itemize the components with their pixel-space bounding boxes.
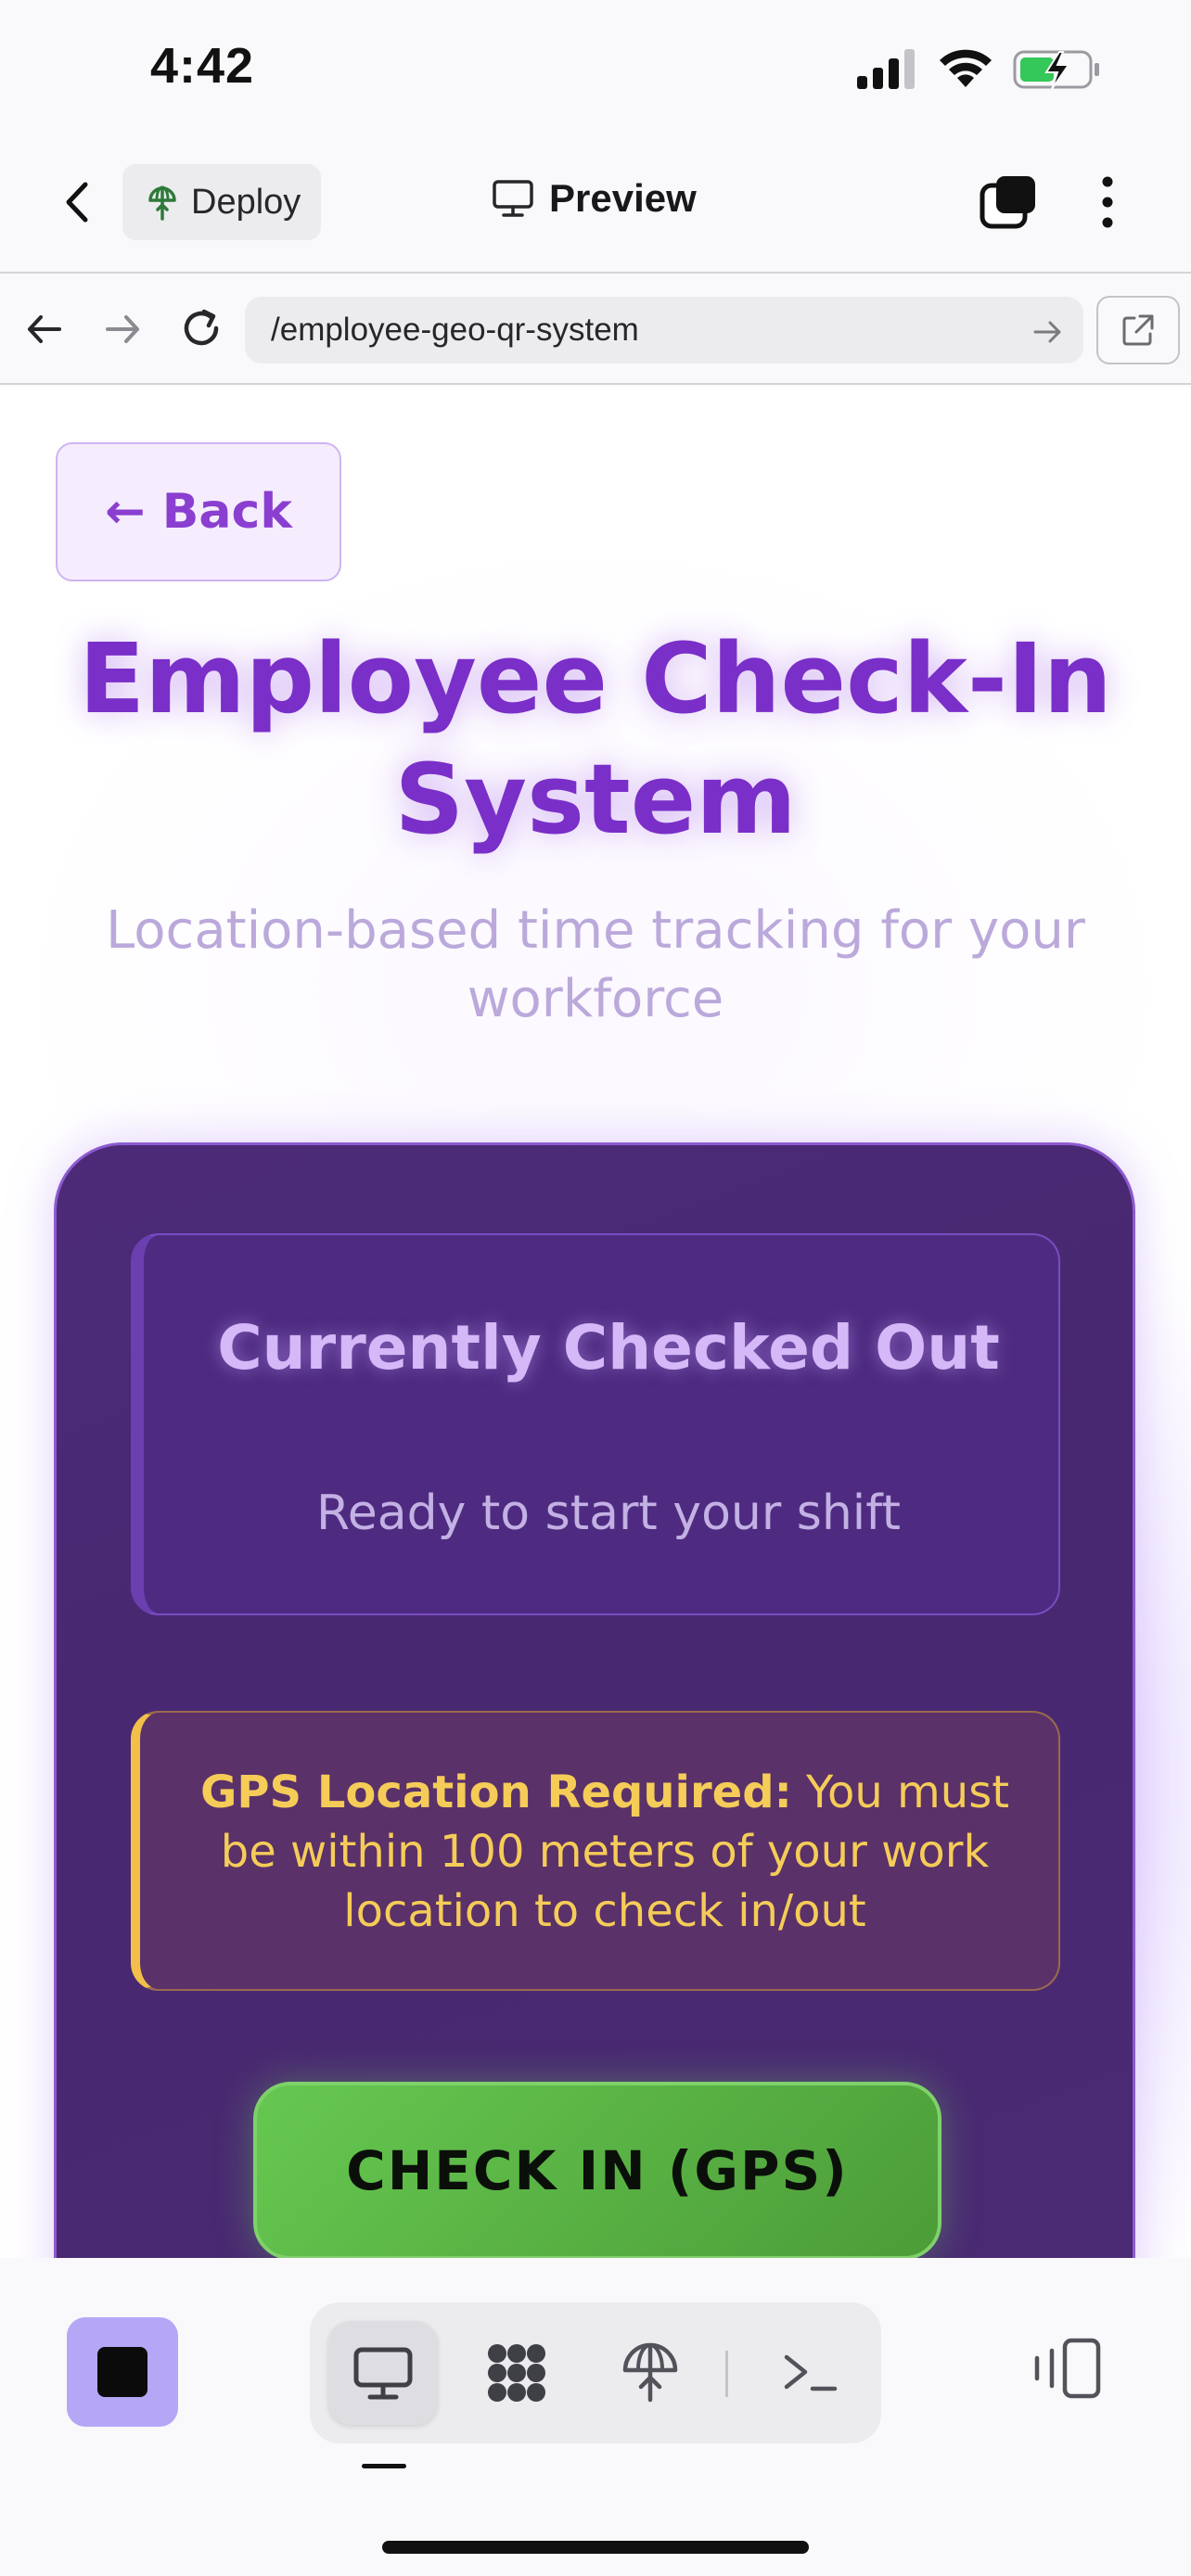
- reload-icon[interactable]: [178, 305, 224, 351]
- page-subtitle: Location-based time tracking for your wo…: [106, 900, 1085, 1029]
- mode-terminal-button[interactable]: [755, 2321, 864, 2425]
- app-header: Deploy Preview: [0, 139, 1191, 274]
- monitor-icon: [493, 180, 533, 217]
- go-arrow-icon[interactable]: [1031, 316, 1063, 348]
- battery-charging-icon: [1013, 50, 1099, 90]
- gps-notice: GPS Location Required: You must be withi…: [131, 1711, 1060, 1991]
- terminal-icon: [784, 2354, 838, 2391]
- deploy-icon: [148, 185, 176, 221]
- mode-deploy-button[interactable]: [596, 2321, 705, 2425]
- status-panel: Currently Checked Out Ready to start you…: [131, 1233, 1060, 1615]
- stop-button[interactable]: [67, 2317, 178, 2427]
- url-input[interactable]: /employee-geo-qr-system: [245, 297, 1083, 363]
- gps-notice-label: GPS Location Required:: [199, 1766, 792, 1818]
- deploy-icon: [622, 2342, 678, 2403]
- mode-code-button[interactable]: [462, 2321, 571, 2425]
- arrow-right-icon[interactable]: [102, 309, 143, 350]
- preview-viewport: ← Back Employee Check-In System Location…: [0, 387, 1191, 2258]
- preview-title: Preview: [492, 176, 697, 221]
- check-in-button[interactable]: CHECK IN (GPS): [253, 2082, 941, 2258]
- tabs-icon[interactable]: [980, 174, 1037, 230]
- status-bar: 4:42: [0, 0, 1191, 139]
- preview-label: Preview: [549, 176, 697, 220]
- active-mode-indicator: [362, 2464, 406, 2468]
- stop-icon: [97, 2347, 147, 2397]
- more-icon[interactable]: [1089, 174, 1126, 230]
- grid-icon: [488, 2344, 545, 2402]
- toolbar-divider: [725, 2351, 728, 2397]
- chevron-left-icon[interactable]: [58, 179, 98, 225]
- device-toggle-icon[interactable]: [1031, 2336, 1102, 2401]
- wifi-icon: [940, 49, 992, 87]
- signal-icon: [857, 49, 915, 89]
- url-row: /employee-geo-qr-system: [0, 275, 1191, 385]
- mode-preview-button[interactable]: [328, 2321, 438, 2425]
- arrow-left-icon[interactable]: [24, 309, 65, 350]
- status-subtitle: Ready to start your shift: [315, 1486, 902, 1541]
- gps-notice-text: GPS Location Required: You must be withi…: [186, 1763, 1023, 1941]
- external-link-icon: [1122, 314, 1154, 346]
- open-external-button[interactable]: [1096, 296, 1180, 364]
- checkin-card: Currently Checked Out Ready to start you…: [54, 1142, 1135, 2258]
- status-time: 4:42: [150, 38, 255, 94]
- home-indicator: [382, 2541, 809, 2554]
- bottom-toolbar: [0, 2258, 1191, 2576]
- deploy-button[interactable]: Deploy: [122, 164, 321, 240]
- deploy-label: Deploy: [191, 182, 301, 222]
- mode-switcher: [310, 2302, 881, 2443]
- page-title: Employee Check-In System: [79, 622, 1112, 856]
- monitor-icon: [353, 2347, 413, 2400]
- back-button[interactable]: ← Back: [56, 442, 341, 581]
- status-title: Currently Checked Out: [217, 1312, 1000, 1384]
